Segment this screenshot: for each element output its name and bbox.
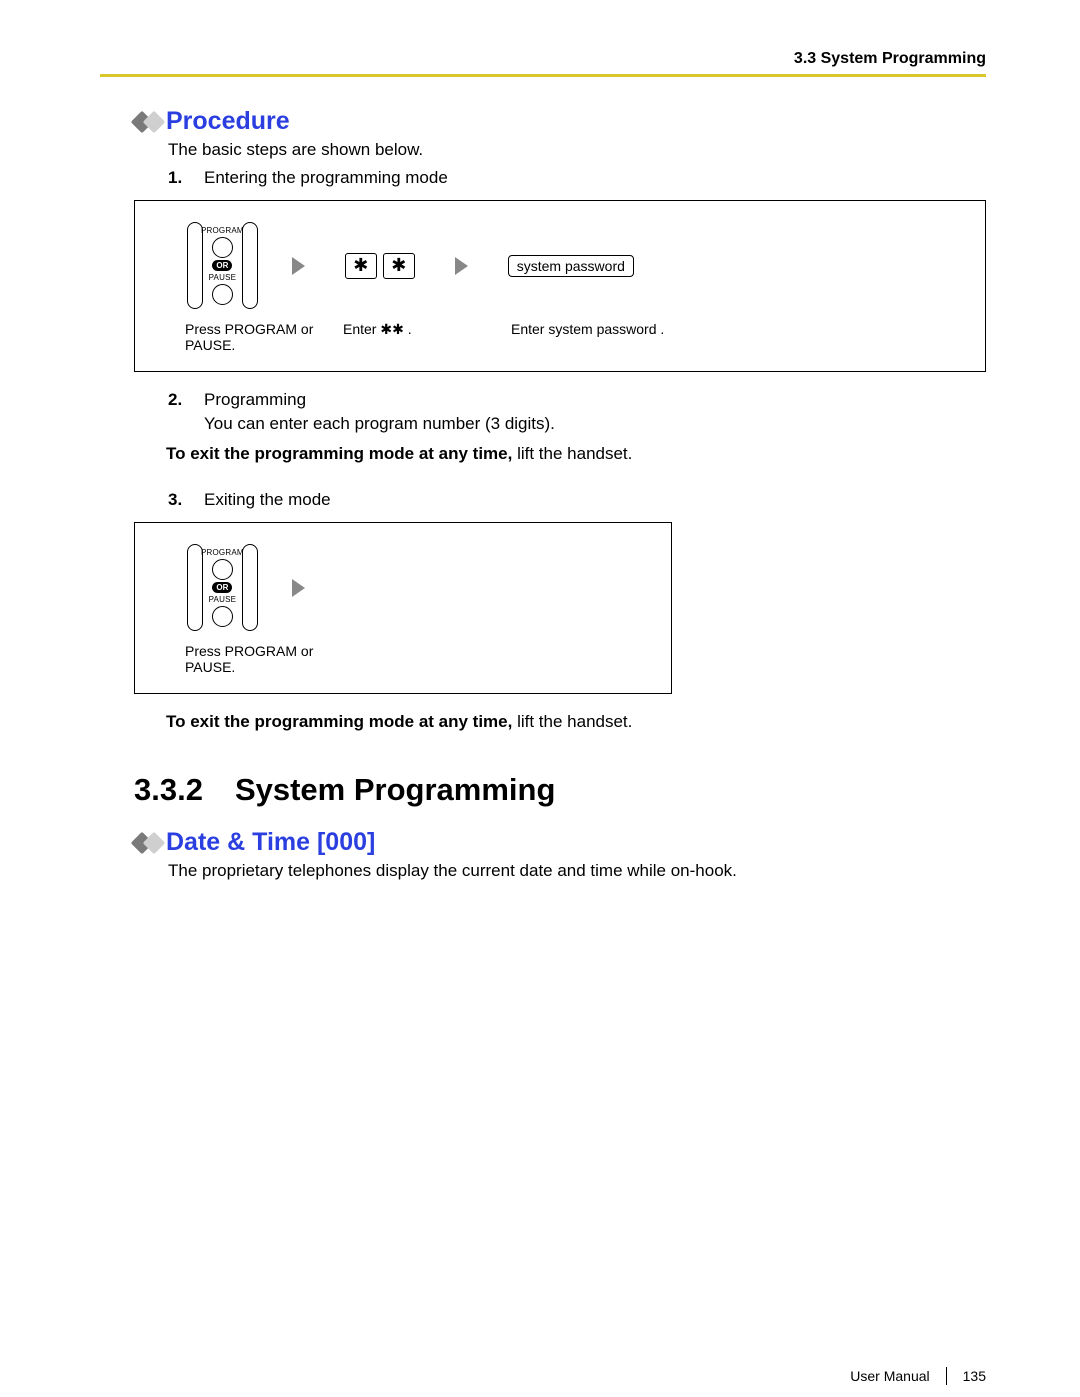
program-pause-buttons: PROGRAM OR PAUSE	[193, 548, 252, 627]
datetime-title: Date & Time [000]	[166, 828, 375, 857]
caption-press: Press PROGRAM or PAUSE.	[185, 321, 315, 353]
arrow-right-icon	[292, 579, 305, 597]
arrow-right-icon	[292, 257, 305, 275]
flow-box-enter: PROGRAM OR PAUSE ✱ ✱ system password Pre…	[134, 200, 986, 372]
section-number: 3.3.2	[134, 772, 203, 808]
note-text: To exit the programming mode at any time…	[166, 444, 986, 464]
header-rule	[100, 74, 986, 77]
list-item: 2. Programming	[168, 390, 986, 410]
diamond-bullet-icon	[134, 114, 158, 130]
list-item: 3. Exiting the mode	[168, 490, 986, 510]
page-footer: User Manual 135	[850, 1367, 986, 1385]
label-program: PROGRAM	[201, 548, 244, 557]
caption-enter-stars: Enter ✱✱ .	[343, 321, 483, 353]
procedure-title: Procedure	[166, 107, 290, 136]
flow-box-exit: PROGRAM OR PAUSE Press PROGRAM or PAUSE.	[134, 522, 672, 694]
caption-enter-password: Enter system password .	[511, 321, 664, 353]
note-rest: lift the handset.	[512, 444, 632, 463]
label-pause: PAUSE	[209, 595, 237, 604]
datetime-heading: Date & Time [000]	[134, 828, 986, 857]
note-rest: lift the handset.	[512, 712, 632, 731]
or-pill: OR	[212, 260, 232, 271]
item-subtext: You can enter each program number (3 dig…	[204, 414, 986, 434]
pause-button-icon	[212, 284, 233, 305]
note-block: To exit the programming mode at any time…	[134, 712, 986, 732]
list-item: 1. Entering the programming mode	[168, 168, 986, 188]
or-pill: OR	[212, 582, 232, 593]
note-text: To exit the programming mode at any time…	[166, 712, 986, 732]
flow-captions: Press PROGRAM or PAUSE. Enter ✱✱ . Enter…	[185, 321, 957, 353]
footer-page-number: 135	[963, 1368, 986, 1384]
procedure-heading: Procedure	[134, 107, 986, 136]
item-text: Exiting the mode	[204, 490, 331, 510]
label-pause: PAUSE	[209, 273, 237, 282]
label-program: PROGRAM	[201, 226, 244, 235]
program-pause-buttons: PROGRAM OR PAUSE	[193, 226, 252, 305]
footer-manual: User Manual	[850, 1368, 929, 1384]
system-password-box: system password	[508, 255, 634, 277]
pause-button-icon	[212, 606, 233, 627]
section-title: System Programming	[235, 772, 555, 808]
caption-press: Press PROGRAM or PAUSE.	[185, 643, 315, 675]
item-number: 3.	[168, 490, 186, 510]
item-number: 1.	[168, 168, 186, 188]
item-text: Programming	[204, 390, 306, 410]
note-bold: To exit the programming mode at any time…	[166, 444, 512, 463]
star-keys: ✱ ✱	[345, 253, 415, 279]
program-button-icon	[212, 237, 233, 258]
header-section-label: 3.3 System Programming	[100, 50, 986, 68]
star-key-icon: ✱	[383, 253, 415, 279]
diamond-bullet-icon	[134, 835, 158, 851]
note-bold: To exit the programming mode at any time…	[166, 712, 512, 731]
program-button-icon	[212, 559, 233, 580]
flow-captions: Press PROGRAM or PAUSE.	[185, 643, 643, 675]
note-block: To exit the programming mode at any time…	[134, 444, 986, 464]
footer-separator	[946, 1367, 947, 1385]
item-number: 2.	[168, 390, 186, 410]
arrow-right-icon	[455, 257, 468, 275]
datetime-body: The proprietary telephones display the c…	[168, 861, 986, 881]
procedure-intro: The basic steps are shown below.	[168, 140, 986, 160]
section-332-heading: 3.3.2 System Programming	[134, 772, 986, 808]
star-key-icon: ✱	[345, 253, 377, 279]
item-text: Entering the programming mode	[204, 168, 448, 188]
